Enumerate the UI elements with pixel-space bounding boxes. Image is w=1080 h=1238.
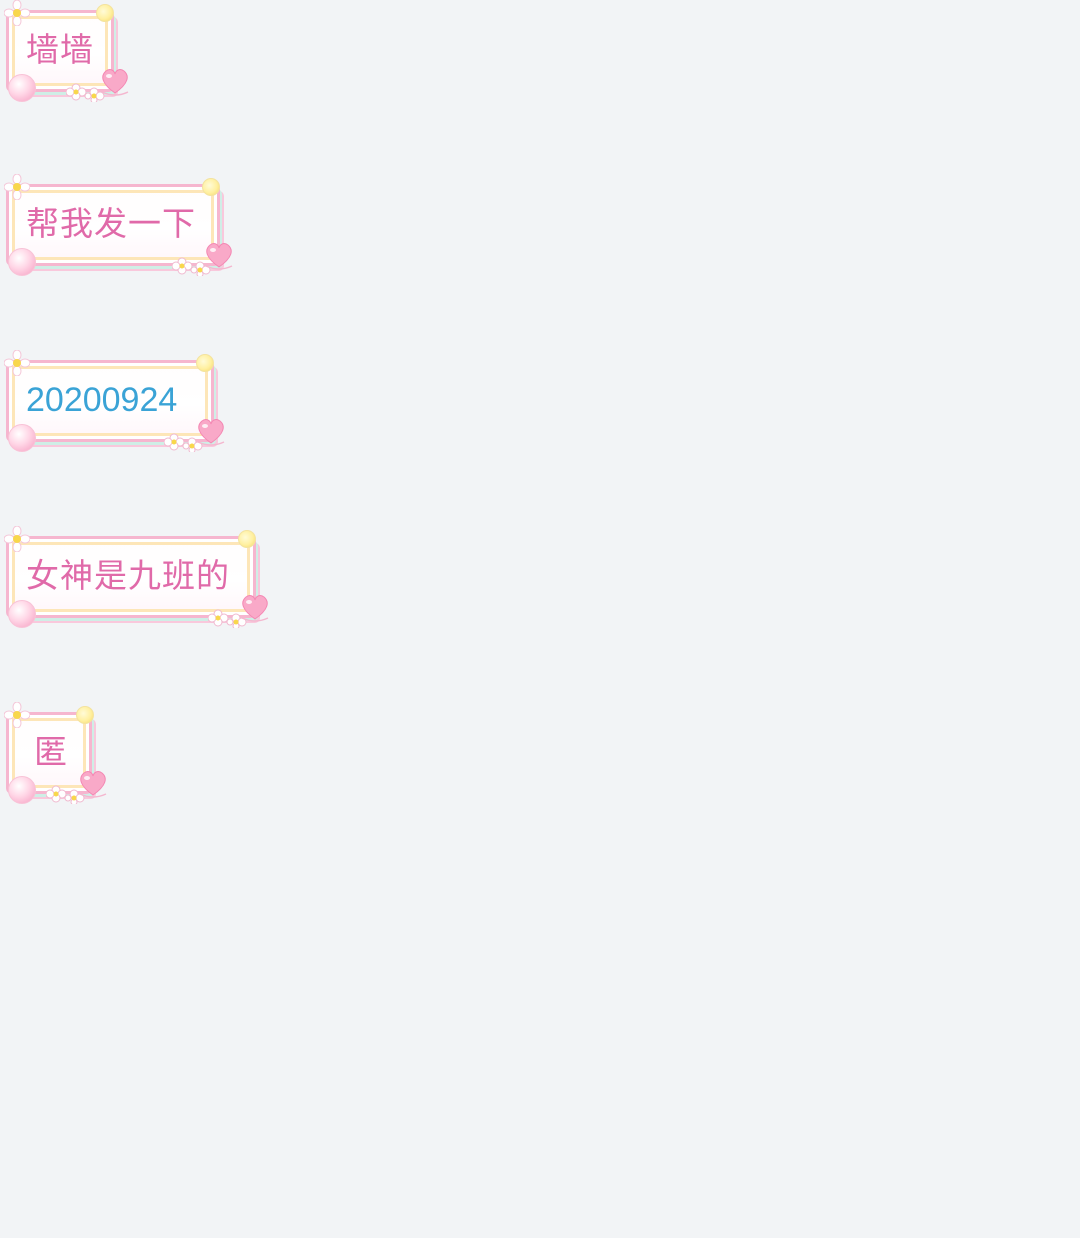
message-text: 女神是九班的 [26,556,230,595]
chat-bubble[interactable]: 匿 [4,702,107,804]
message-text: 帮我发一下 [26,204,196,243]
heart-icon [205,243,233,270]
flower-icon [4,702,30,728]
pearl-icon [8,248,36,276]
bead-icon [196,354,214,372]
message-text: 20200924 [26,381,178,419]
heart-icon [241,595,269,622]
bead-icon [238,530,256,548]
heart-icon [197,419,225,446]
message-text: 墙墙 [26,30,94,69]
bead-icon [202,178,220,196]
heart-icon [79,771,107,798]
heart-icon [101,69,129,96]
chat-message-list: 墙墙 帮我发一下 20200924 女神是九班的 匿 [0,0,1080,1238]
flower-icon [4,0,30,26]
chat-bubble[interactable]: 20200924 [4,350,225,452]
flower-icon [4,350,30,376]
bead-icon [76,706,94,724]
message-text: 匿 [34,732,68,771]
chat-bubble[interactable]: 女神是九班的 [4,526,269,628]
pearl-icon [8,600,36,628]
pearl-icon [8,74,36,102]
flower-icon [4,174,30,200]
bead-icon [96,4,114,22]
pearl-icon [8,424,36,452]
pearl-icon [8,776,36,804]
chat-bubble[interactable]: 帮我发一下 [4,174,233,276]
chat-bubble[interactable]: 墙墙 [4,0,129,102]
flower-icon [4,526,30,552]
